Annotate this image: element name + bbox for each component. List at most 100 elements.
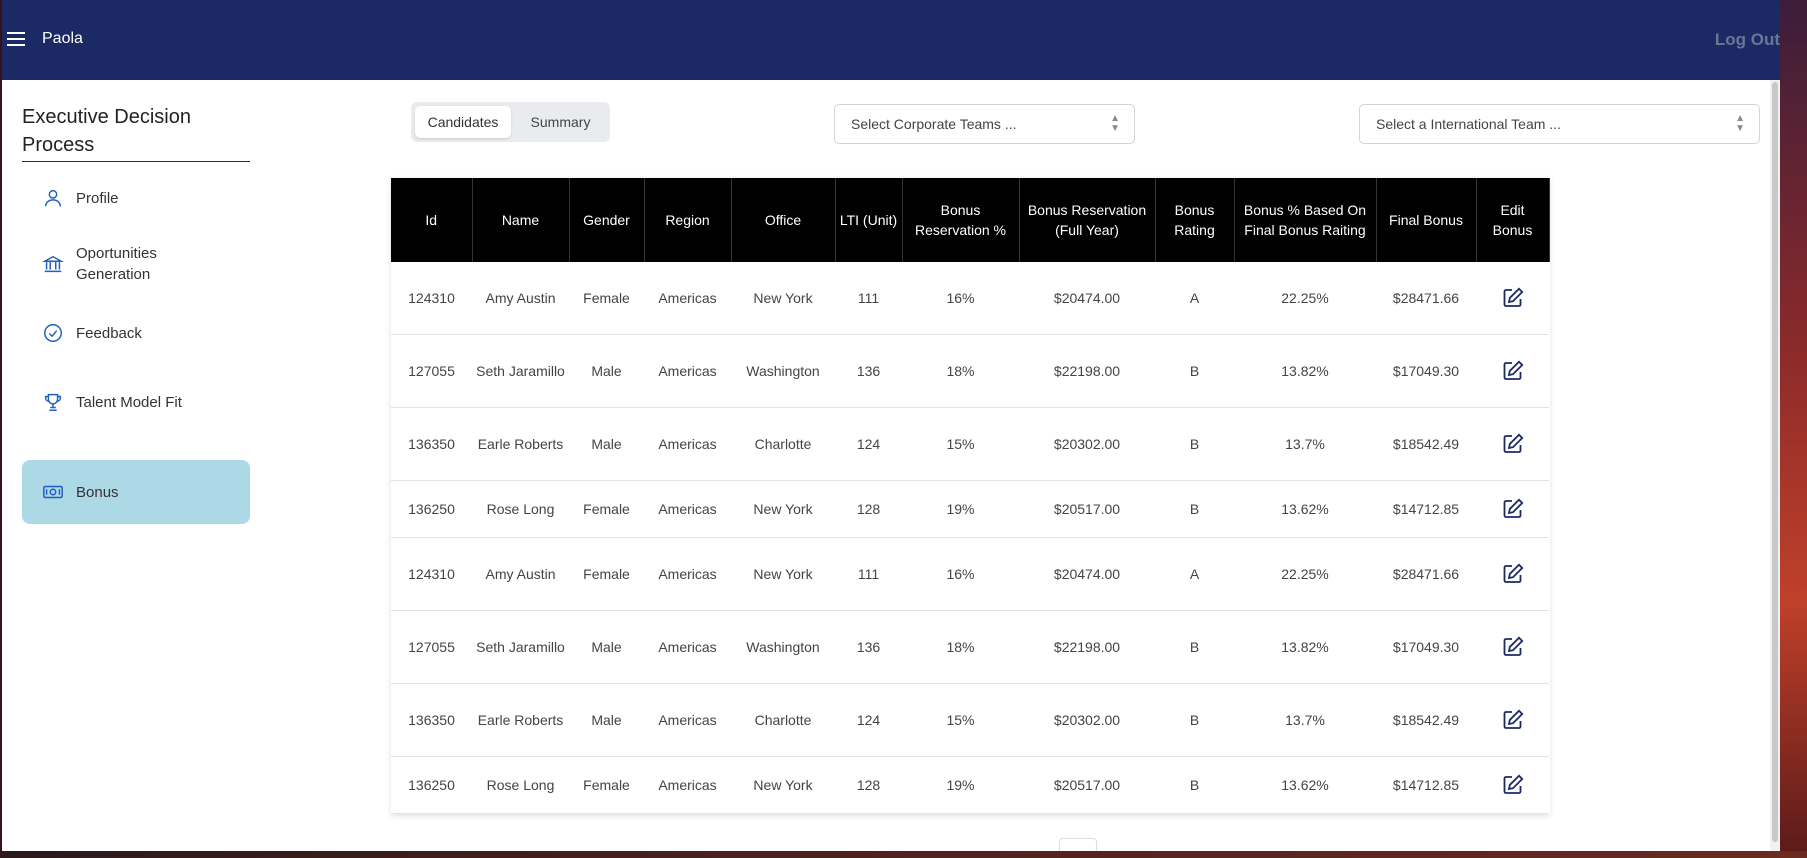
app-window: Paola Log Out Executive Decision Process…: [2, 0, 1780, 851]
select-arrows-icon: ▲ ▼: [1735, 113, 1745, 134]
pagination[interactable]: [1059, 838, 1097, 851]
column-header-bonus-pct-final[interactable]: Bonus % Based On Final Bonus Raiting: [1234, 178, 1377, 262]
cell-region: Americas: [644, 480, 731, 538]
cell-bonus-reservation-pct: 19%: [902, 480, 1019, 538]
top-bar: Paola Log Out: [2, 0, 1780, 80]
edit-icon[interactable]: [1501, 286, 1525, 310]
cell-bonus-pct-final: 13.82%: [1234, 334, 1376, 408]
column-header-id[interactable]: Id: [391, 178, 473, 262]
column-header-region[interactable]: Region: [644, 178, 732, 262]
bank-icon: [42, 255, 64, 273]
cell-edit-bonus: [1476, 756, 1549, 814]
cell-bonus-reservation-pct: 15%: [902, 407, 1019, 481]
cell-bonus-reservation-pct: 16%: [902, 537, 1019, 611]
column-header-bonus-reservation-full-year[interactable]: Bonus Reservation (Full Year): [1019, 178, 1156, 262]
cell-name: Seth Jaramillo: [472, 610, 569, 684]
edit-icon[interactable]: [1501, 635, 1525, 659]
table-row: 127055 Seth Jaramillo Male Americas Washingt…: [391, 334, 1549, 408]
cell-bonus-reservation-full-year: $20474.00: [1019, 262, 1155, 335]
cell-final-bonus: $14712.85: [1376, 480, 1476, 538]
international-team-placeholder: Select a International Team ...: [1376, 116, 1561, 132]
cell-lti: 136: [835, 334, 902, 408]
cell-edit-bonus: [1476, 610, 1549, 684]
edit-icon[interactable]: [1501, 432, 1525, 456]
cell-bonus-rating: B: [1155, 480, 1234, 538]
sidebar-item-bonus[interactable]: Bonus: [22, 460, 250, 524]
column-header-final-bonus[interactable]: Final Bonus: [1376, 178, 1477, 262]
scrollbar-thumb[interactable]: [1772, 82, 1778, 842]
cell-name: Rose Long: [472, 480, 569, 538]
cell-edit-bonus: [1476, 262, 1549, 335]
cell-id: 136350: [391, 683, 472, 757]
cell-lti: 111: [835, 537, 902, 611]
cell-edit-bonus: [1476, 407, 1549, 481]
column-header-bonus-reservation-pct[interactable]: Bonus Reservation %: [902, 178, 1020, 262]
cell-bonus-pct-final: 13.7%: [1234, 407, 1376, 481]
sidebar-item-profile[interactable]: Profile: [22, 166, 250, 230]
cell-name: Earle Roberts: [472, 407, 569, 481]
sidebar-title: Executive Decision Process: [22, 103, 250, 162]
cell-office: Charlotte: [731, 407, 835, 481]
sidebar-item-feedback[interactable]: Feedback: [22, 301, 250, 365]
column-header-lti[interactable]: LTI (Unit): [835, 178, 903, 262]
cell-bonus-reservation-full-year: $20517.00: [1019, 480, 1155, 538]
cell-office: Washington: [731, 334, 835, 408]
cell-office: New York: [731, 756, 835, 814]
cell-office: New York: [731, 480, 835, 538]
edit-icon[interactable]: [1501, 562, 1525, 586]
cell-region: Americas: [644, 756, 731, 814]
vertical-scrollbar[interactable]: [1770, 80, 1780, 851]
cell-id: 124310: [391, 262, 472, 335]
cell-bonus-pct-final: 22.25%: [1234, 537, 1376, 611]
cell-bonus-pct-final: 13.82%: [1234, 610, 1376, 684]
table-row: 136350 Earle Roberts Male Americas Charlotte…: [391, 407, 1549, 481]
sidebar-item-oportunities-generation[interactable]: Oportunities Generation: [22, 232, 250, 296]
cell-bonus-rating: B: [1155, 407, 1234, 481]
cell-bonus-reservation-full-year: $20517.00: [1019, 756, 1155, 814]
cell-name: Amy Austin: [472, 537, 569, 611]
sidebar-item-talent-model-fit[interactable]: Talent Model Fit: [22, 370, 250, 434]
cell-id: 124310: [391, 537, 472, 611]
column-header-edit-bonus: Edit Bonus: [1476, 178, 1550, 262]
edit-icon[interactable]: [1501, 497, 1525, 521]
cell-bonus-pct-final: 13.7%: [1234, 683, 1376, 757]
tab-summary[interactable]: Summary: [515, 106, 606, 138]
table-row: 127055 Seth Jaramillo Male Americas Washingt…: [391, 610, 1549, 684]
edit-icon[interactable]: [1501, 359, 1525, 383]
cell-bonus-rating: B: [1155, 683, 1234, 757]
logout-button[interactable]: Log Out: [1715, 30, 1780, 50]
cell-office: Washington: [731, 610, 835, 684]
cell-region: Americas: [644, 334, 731, 408]
corporate-teams-placeholder: Select Corporate Teams ...: [851, 116, 1017, 132]
tab-candidates[interactable]: Candidates: [415, 106, 511, 138]
cell-bonus-reservation-full-year: $20474.00: [1019, 537, 1155, 611]
sidebar-item-label: Oportunities Generation: [76, 245, 157, 283]
column-header-gender[interactable]: Gender: [569, 178, 645, 262]
international-team-select[interactable]: Select a International Team ... ▲ ▼: [1359, 104, 1760, 144]
cell-gender: Female: [569, 537, 644, 611]
cell-lti: 128: [835, 480, 902, 538]
cell-bonus-rating: A: [1155, 537, 1234, 611]
cell-final-bonus: $17049.30: [1376, 334, 1476, 408]
cell-office: New York: [731, 537, 835, 611]
column-header-office[interactable]: Office: [731, 178, 836, 262]
table-header-row: Id Name Gender Region Office LTI (Unit) …: [391, 178, 1550, 262]
user-name: Paola: [42, 30, 83, 47]
column-header-bonus-rating[interactable]: Bonus Rating: [1155, 178, 1235, 262]
cell-bonus-rating: A: [1155, 262, 1234, 335]
cell-name: Amy Austin: [472, 262, 569, 335]
cell-gender: Male: [569, 610, 644, 684]
view-tabs: Candidates Summary: [411, 102, 610, 142]
corporate-teams-select[interactable]: Select Corporate Teams ... ▲ ▼: [834, 104, 1135, 144]
edit-icon[interactable]: [1501, 773, 1525, 797]
cell-id: 136350: [391, 407, 472, 481]
cell-id: 136250: [391, 756, 472, 814]
cell-final-bonus: $17049.30: [1376, 610, 1476, 684]
cell-bonus-pct-final: 22.25%: [1234, 262, 1376, 335]
cell-bonus-reservation-full-year: $22198.00: [1019, 610, 1155, 684]
bonus-table: Id Name Gender Region Office LTI (Unit) …: [391, 178, 1550, 814]
column-header-name[interactable]: Name: [472, 178, 570, 262]
trophy-icon: [44, 393, 62, 411]
edit-icon[interactable]: [1501, 708, 1525, 732]
hamburger-menu-icon[interactable]: [7, 32, 25, 48]
